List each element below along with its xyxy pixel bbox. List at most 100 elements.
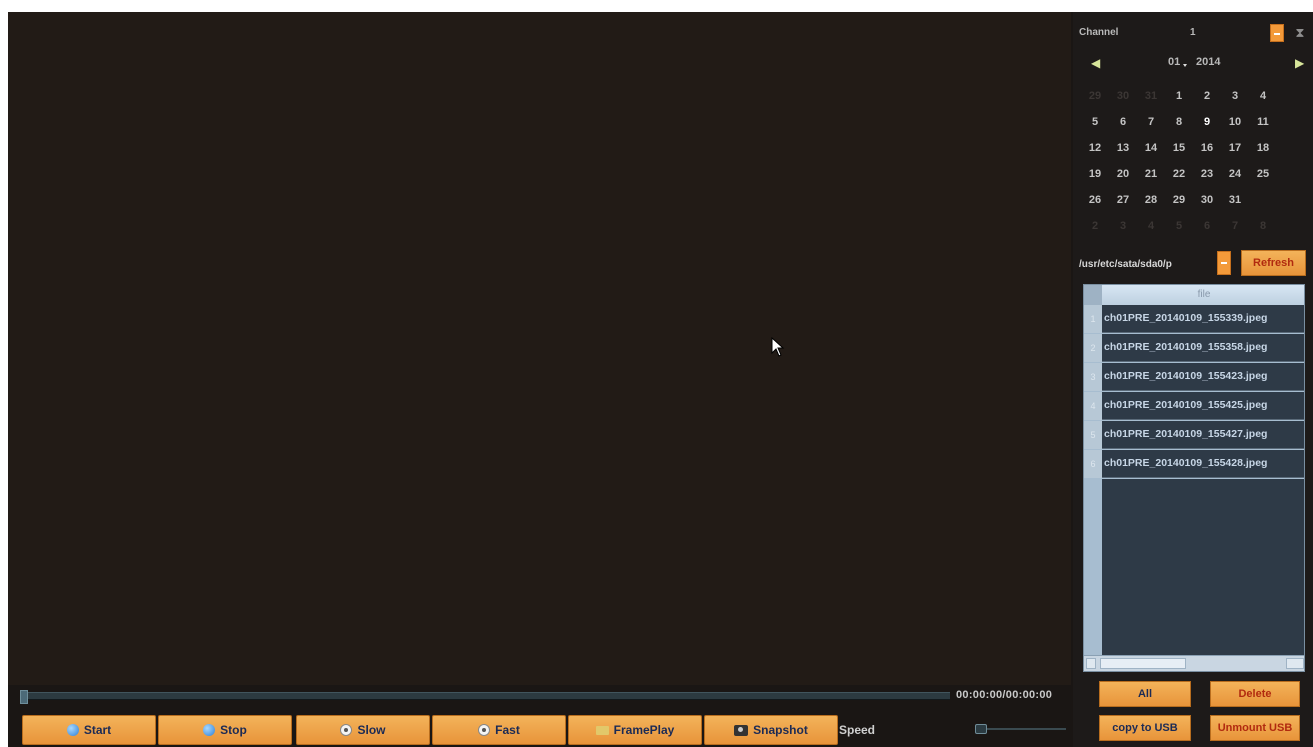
calendar-day[interactable]: 29 — [1083, 90, 1107, 102]
calendar-day[interactable]: 31 — [1139, 90, 1163, 102]
stop-label: Stop — [220, 723, 247, 737]
calendar-week-row: 2345678 — [1083, 213, 1311, 239]
copy-to-usb-button[interactable]: copy to USB — [1099, 715, 1191, 741]
path-dropdown-button[interactable] — [1217, 251, 1231, 275]
calendar-day[interactable]: 11 — [1251, 116, 1275, 128]
calendar-day[interactable]: 2 — [1195, 90, 1219, 102]
filter-icon[interactable]: ⧗ — [1293, 26, 1307, 40]
file-row[interactable]: 2 ch01PRE_20140109_155358.jpeg — [1084, 334, 1304, 362]
slow-icon — [340, 724, 353, 736]
calendar-day[interactable]: 23 — [1195, 168, 1219, 180]
calendar-day[interactable]: 20 — [1111, 168, 1135, 180]
stop-icon — [203, 724, 216, 736]
slow-button[interactable]: Slow — [296, 715, 430, 745]
file-row-name[interactable]: ch01PRE_20140109_155427.jpeg — [1102, 421, 1304, 449]
file-column-header[interactable]: file — [1102, 285, 1304, 305]
prev-month-arrow-icon[interactable]: ◀ — [1091, 57, 1103, 69]
file-row-index: 5 — [1084, 421, 1102, 449]
stop-button[interactable]: Stop — [158, 715, 292, 745]
calendar-day[interactable]: 8 — [1167, 116, 1191, 128]
calendar-week-row: 5 6 7 8 9 10 11 — [1083, 109, 1311, 135]
file-row-name[interactable]: ch01PRE_20140109_155425.jpeg — [1102, 392, 1304, 420]
file-row[interactable]: 4 ch01PRE_20140109_155425.jpeg — [1084, 392, 1304, 420]
calendar-day[interactable]: 26 — [1083, 194, 1107, 206]
file-row-index: 6 — [1084, 450, 1102, 478]
calendar-day[interactable]: 5 — [1167, 220, 1191, 232]
calendar-day[interactable]: 21 — [1139, 168, 1163, 180]
calendar-day[interactable]: 7 — [1139, 116, 1163, 128]
all-button[interactable]: All — [1099, 681, 1191, 707]
calendar-day[interactable]: 7 — [1223, 220, 1247, 232]
next-month-arrow-icon[interactable]: ▶ — [1295, 57, 1307, 69]
calendar-day[interactable]: 30 — [1195, 194, 1219, 206]
file-row[interactable]: 1 ch01PRE_20140109_155339.jpeg — [1084, 305, 1304, 333]
fast-icon — [478, 724, 491, 736]
mouse-pointer-icon — [771, 337, 785, 357]
speed-label: Speed — [839, 723, 876, 737]
scroll-left-button[interactable] — [1086, 658, 1096, 669]
month-label[interactable]: 01 — [1168, 56, 1180, 68]
calendar-day[interactable]: 10 — [1223, 116, 1247, 128]
month-dropdown-caret-icon[interactable] — [1183, 64, 1187, 67]
scroll-thumb[interactable] — [1100, 658, 1186, 669]
calendar-day[interactable]: 5 — [1083, 116, 1107, 128]
calendar-day[interactable]: 4 — [1251, 90, 1275, 102]
file-row-index: 4 — [1084, 392, 1102, 420]
calendar-day[interactable]: 6 — [1195, 220, 1219, 232]
calendar-day[interactable]: 15 — [1167, 142, 1191, 154]
calendar-day[interactable]: 3 — [1111, 220, 1135, 232]
calendar-day[interactable]: 17 — [1223, 142, 1247, 154]
refresh-button[interactable]: Refresh — [1241, 250, 1306, 276]
calendar-day[interactable]: 3 — [1223, 90, 1247, 102]
calendar-day[interactable]: 18 — [1251, 142, 1275, 154]
calendar-day[interactable]: 28 — [1139, 194, 1163, 206]
calendar-day[interactable]: 1 — [1167, 90, 1191, 102]
playback-screen: 00:00:00/00:00:00 Start Stop Slow Fast F… — [8, 12, 1313, 747]
file-row-index: 2 — [1084, 334, 1102, 362]
calendar-day[interactable]: 13 — [1111, 142, 1135, 154]
file-row-name[interactable]: ch01PRE_20140109_155339.jpeg — [1102, 305, 1304, 333]
calendar-day[interactable]: 6 — [1111, 116, 1135, 128]
calendar-day[interactable]: 2 — [1083, 220, 1107, 232]
calendar-day[interactable]: 31 — [1223, 194, 1247, 206]
channel-dropdown-button[interactable] — [1270, 24, 1284, 42]
calendar-day[interactable]: 4 — [1139, 220, 1163, 232]
file-row[interactable]: 5 ch01PRE_20140109_155427.jpeg — [1084, 421, 1304, 449]
horizontal-scrollbar[interactable] — [1084, 655, 1304, 671]
calendar-day[interactable]: 16 — [1195, 142, 1219, 154]
playback-progress-bar[interactable] — [20, 690, 950, 704]
file-row[interactable]: 3 ch01PRE_20140109_155423.jpeg — [1084, 363, 1304, 391]
calendar-day[interactable]: 25 — [1251, 168, 1275, 180]
video-display-area[interactable] — [8, 12, 1071, 685]
calendar-day[interactable]: 12 — [1083, 142, 1107, 154]
frameplay-button[interactable]: FramePlay — [568, 715, 702, 745]
start-button[interactable]: Start — [22, 715, 156, 745]
speed-slider-handle[interactable] — [975, 724, 987, 734]
speed-slider[interactable] — [975, 724, 1066, 734]
calendar-day[interactable]: 9 — [1195, 116, 1219, 128]
snapshot-button[interactable]: Snapshot — [704, 715, 838, 745]
channel-value[interactable]: 1 — [1190, 27, 1196, 38]
fast-button[interactable]: Fast — [432, 715, 566, 745]
scroll-right-button[interactable] — [1286, 658, 1304, 669]
file-row[interactable]: 6 ch01PRE_20140109_155428.jpeg — [1084, 450, 1304, 478]
calendar-day[interactable]: 8 — [1251, 220, 1275, 232]
unmount-usb-button[interactable]: Unmount USB — [1210, 715, 1300, 741]
channel-label: Channel — [1079, 27, 1119, 38]
file-row-index: 1 — [1084, 305, 1102, 333]
calendar-day[interactable]: 30 — [1111, 90, 1135, 102]
file-row-name[interactable]: ch01PRE_20140109_155428.jpeg — [1102, 450, 1304, 478]
calendar-day[interactable]: 22 — [1167, 168, 1191, 180]
progress-handle[interactable] — [20, 690, 28, 704]
file-row-name[interactable]: ch01PRE_20140109_155358.jpeg — [1102, 334, 1304, 362]
year-label[interactable]: 2014 — [1196, 56, 1220, 68]
frameplay-icon — [595, 725, 609, 735]
calendar-day[interactable]: 24 — [1223, 168, 1247, 180]
calendar-day[interactable]: 27 — [1111, 194, 1135, 206]
calendar-week-row: 29 30 31 1 2 3 4 — [1083, 83, 1311, 109]
file-row-name[interactable]: ch01PRE_20140109_155423.jpeg — [1102, 363, 1304, 391]
calendar-day[interactable]: 29 — [1167, 194, 1191, 206]
calendar-day[interactable]: 19 — [1083, 168, 1107, 180]
calendar-day[interactable]: 14 — [1139, 142, 1163, 154]
delete-button[interactable]: Delete — [1210, 681, 1300, 707]
